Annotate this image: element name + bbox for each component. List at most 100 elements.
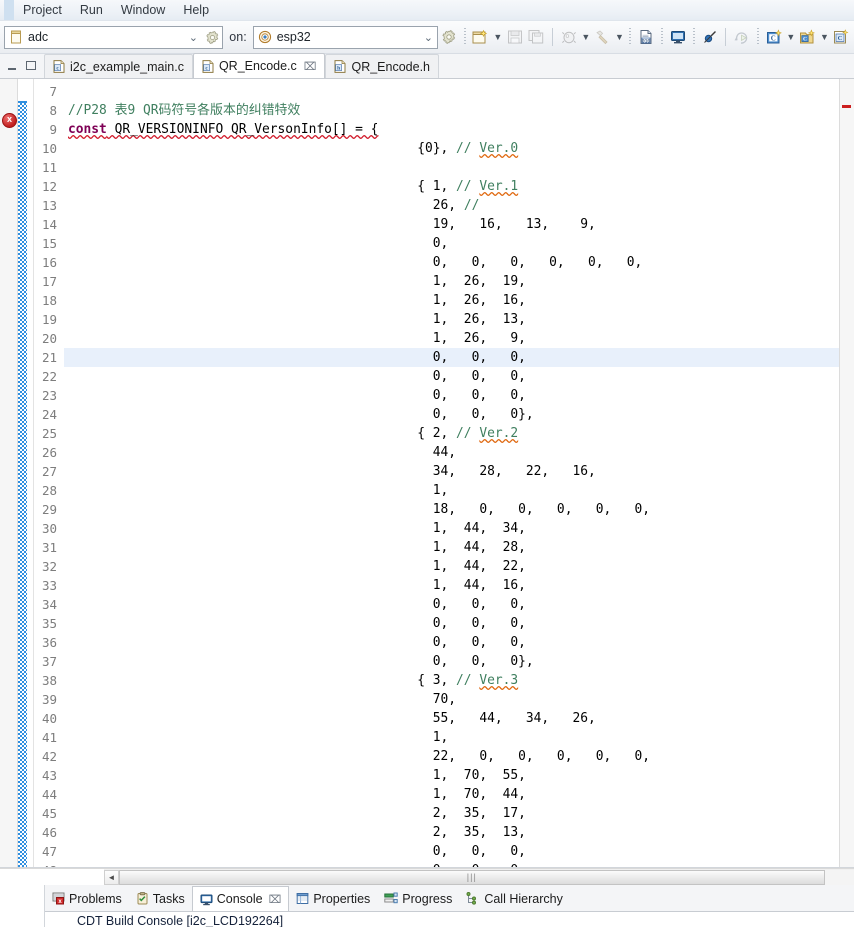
line-number: 39 [41,692,57,707]
code-line[interactable]: 1, 26, 19, [64,272,854,291]
code-line[interactable]: 70, [64,690,854,709]
code-line[interactable] [64,158,854,177]
target-device-combo[interactable]: esp32 ⌄ [252,25,439,49]
editor-tab-qr-encode-c[interactable]: c QR_Encode.c ⌧ [192,53,326,78]
editor-tab-i2c-example-main-c[interactable]: c i2c_example_main.c [44,54,193,78]
new-c-folder-dropdown-arrow[interactable]: ▼ [818,26,830,48]
code-line[interactable]: 1, 44, 34, [64,519,854,538]
code-line[interactable]: const QR_VERSIONINFO QR_VersonInfo[] = { [64,120,854,139]
code-line[interactable]: 1, [64,481,854,500]
view-tab-label: Tasks [152,891,185,906]
gear-icon[interactable] [438,26,460,48]
view-tab-properties[interactable]: Properties [289,886,377,911]
code-line[interactable]: 0, 0, 0, [64,595,854,614]
close-icon[interactable]: ⌧ [304,60,317,73]
code-line[interactable]: 19, 16, 13, 9, [64,215,854,234]
code-line[interactable]: 0, 0, 0, [64,861,854,867]
view-tab-call-hierarchy[interactable]: Call Hierarchy [459,886,570,911]
view-tab-label: Properties [313,891,371,906]
save-all-button[interactable] [525,26,547,48]
binary-file-button[interactable]: 010 [635,26,657,48]
new-c-folder-button[interactable]: C [797,26,819,48]
code-line[interactable]: { 1, // Ver.1 [64,177,854,196]
code-line[interactable]: 26, // [64,196,854,215]
editor-horizontal-scrollbar[interactable]: ◄ ||| [0,868,854,885]
code-line[interactable]: 1, 26, 13, [64,310,854,329]
code-text-area[interactable]: //P28 表9 QR码符号各版本的纠错特效 const QR_VERSIONIN… [64,79,854,867]
menu-help[interactable]: Help [174,1,218,19]
new-wizard-dropdown-arrow[interactable]: ▼ [492,26,504,48]
code-line[interactable]: 0, 0, 0, [64,348,854,367]
code-line[interactable]: 22, 0, 0, 0, 0, 0, [64,747,854,766]
code-line[interactable]: 0, 0, 0, [64,614,854,633]
editor-overview-ruler[interactable] [839,79,854,867]
run-external-tool-button[interactable] [731,26,753,48]
launch-configuration-combo[interactable]: adc ⌄ [4,25,224,49]
view-tab-console[interactable]: Console ⌧ [191,886,290,911]
scroll-left-arrow-icon[interactable]: ◄ [104,869,119,885]
code-line[interactable]: 1, 70, 55, [64,766,854,785]
view-tab-tasks[interactable]: Tasks [129,886,192,911]
editor-tab-qr-encode-h[interactable]: h QR_Encode.h [325,54,439,78]
code-line[interactable]: 2, 35, 13, [64,823,854,842]
code-line[interactable]: 18, 0, 0, 0, 0, 0, [64,500,854,519]
code-line[interactable]: 1, [64,728,854,747]
menu-bar-left-edge [4,0,14,20]
skip-breakpoints-button[interactable] [699,26,721,48]
editor-folding-ruler[interactable] [27,79,34,867]
code-line[interactable]: 2, 35, 17, [64,804,854,823]
editor-tab-label: QR_Encode.c [218,59,297,73]
chevron-down-icon[interactable]: ⌄ [419,31,437,44]
new-wizard-button[interactable] [470,26,492,48]
line-number: 19 [41,312,57,327]
line-number: 47 [41,844,57,859]
code-line[interactable]: 1, 44, 22, [64,557,854,576]
code-line[interactable]: 1, 26, 16, [64,291,854,310]
code-line[interactable]: 0, 0, 0, [64,842,854,861]
save-button[interactable] [504,26,526,48]
terminal-button[interactable] [667,26,689,48]
code-line[interactable]: 0, 0, 0, [64,386,854,405]
editor-annotation-ruler[interactable]: x [0,79,18,867]
debug-button[interactable] [558,26,580,48]
close-icon[interactable]: ⌧ [269,893,282,906]
code-line[interactable]: 0, 0, 0}, [64,652,854,671]
new-c-project-button[interactable]: C [763,26,785,48]
code-line[interactable]: 55, 44, 34, 26, [64,709,854,728]
new-c-project-dropdown-arrow[interactable]: ▼ [785,26,797,48]
maximize-button[interactable] [25,60,37,72]
overview-error-mark[interactable] [842,105,851,108]
scrollbar-thumb[interactable]: ||| [119,869,825,885]
build-button[interactable] [592,26,614,48]
code-line[interactable]: //P28 表9 QR码符号各版本的纠错特效 [64,101,854,120]
code-line[interactable]: 34, 28, 22, 16, [64,462,854,481]
menu-window[interactable]: Window [112,1,174,19]
code-line[interactable]: 1, 70, 44, [64,785,854,804]
code-line[interactable]: 0, [64,234,854,253]
build-dropdown-arrow[interactable]: ▼ [613,26,625,48]
chevron-down-icon[interactable]: ⌄ [184,31,202,44]
gear-icon[interactable] [202,30,222,45]
code-line[interactable]: 44, [64,443,854,462]
scrollbar-track[interactable]: ||| [119,869,854,885]
menu-project[interactable]: Project [14,1,71,19]
code-line[interactable]: { 3, // Ver.3 [64,671,854,690]
code-line[interactable]: 1, 44, 16, [64,576,854,595]
menu-run[interactable]: Run [71,1,112,19]
code-line[interactable]: {0}, // Ver.0 [64,139,854,158]
debug-dropdown-arrow[interactable]: ▼ [580,26,592,48]
code-line[interactable]: 0, 0, 0}, [64,405,854,424]
new-c-class-button[interactable]: C [830,26,852,48]
code-line[interactable]: 1, 44, 28, [64,538,854,557]
code-line[interactable]: 0, 0, 0, [64,633,854,652]
minimize-button[interactable] [7,61,19,72]
code-line[interactable]: { 2, // Ver.2 [64,424,854,443]
code-line[interactable]: 0, 0, 0, 0, 0, 0, [64,253,854,272]
code-line[interactable]: 0, 0, 0, [64,367,854,386]
view-tab-problems[interactable]: x Problems [45,886,129,911]
error-marker-icon[interactable]: x [2,113,17,128]
code-line[interactable] [64,82,854,101]
code-editor[interactable]: x 7 8 9 10 11 12 13 14 15 16 17 18 19 20 21 22 23 24 25 26 2… [0,79,854,868]
view-tab-progress[interactable]: Progress [377,886,459,911]
code-line[interactable]: 1, 26, 9, [64,329,854,348]
